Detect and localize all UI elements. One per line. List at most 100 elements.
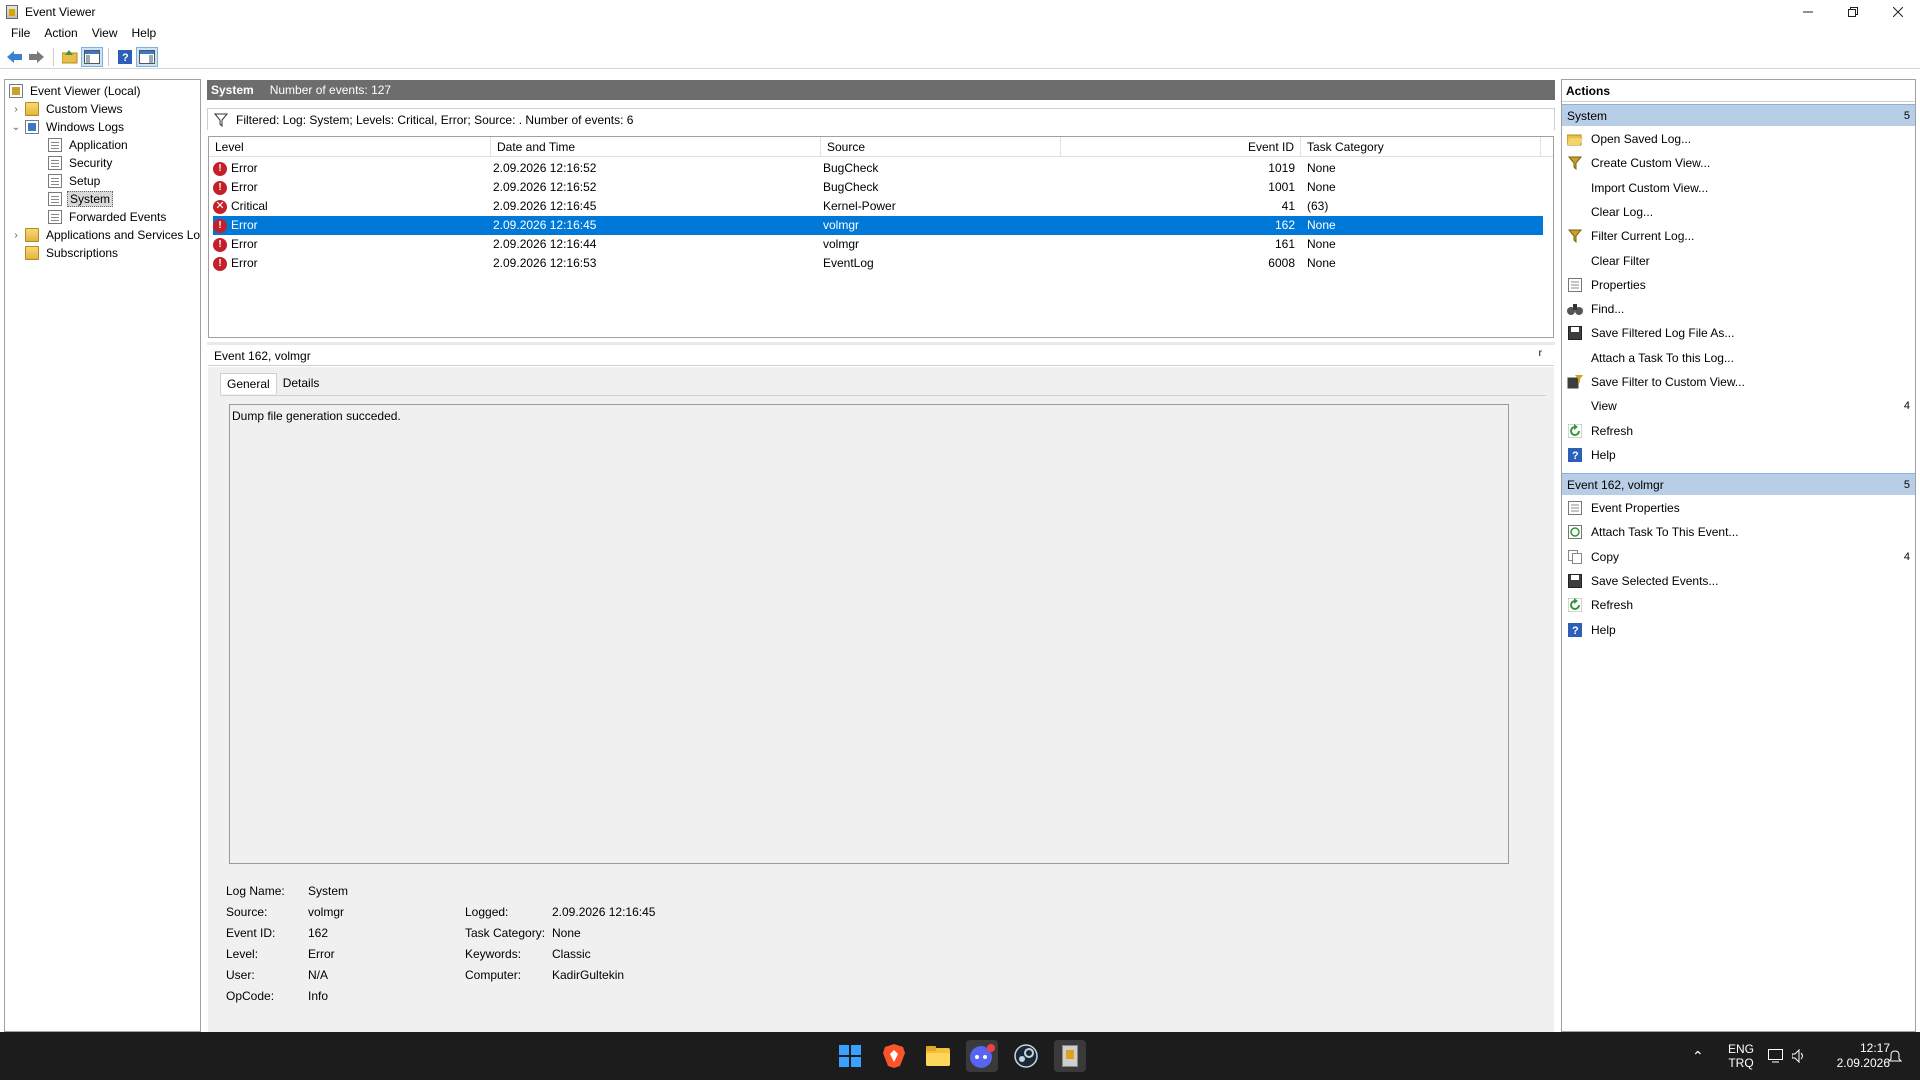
tab-general[interactable]: General: [220, 373, 277, 394]
action-attach-a-task-to-this-log[interactable]: Attach a Task To this Log...: [1562, 346, 1915, 370]
action-open-saved-log[interactable]: Open Saved Log...: [1562, 127, 1915, 151]
brave-browser-icon: [883, 1044, 905, 1068]
column-header-event-id[interactable]: Event ID: [1061, 137, 1301, 157]
notifications-button[interactable]: [1888, 1032, 1902, 1080]
column-header-task-category[interactable]: Task Category: [1301, 137, 1541, 157]
label-event-id: Event ID:: [226, 926, 276, 940]
binoculars-icon: [1567, 301, 1583, 317]
action-view[interactable]: View 4: [1562, 394, 1915, 418]
log-name: System: [211, 83, 254, 97]
action-attach-task-to-this-event[interactable]: Attach Task To This Event...: [1562, 520, 1915, 544]
tree-item-security[interactable]: Security: [48, 154, 114, 172]
blank-icon: [1567, 204, 1583, 220]
collapse-arrow-icon[interactable]: 5: [1904, 110, 1910, 122]
value-log-name: System: [308, 884, 349, 898]
chevron-down-icon[interactable]: ⌄: [11, 122, 21, 133]
action-label: Save Filter to Custom View...: [1591, 375, 1745, 389]
clock-time: 12:17: [1859, 1041, 1890, 1055]
properties-icon: [1567, 500, 1583, 516]
tree-item-root[interactable]: Event Viewer (Local): [9, 82, 143, 100]
help-icon: ?: [118, 49, 132, 64]
actions-pane: Actions System 5 Open Saved Log... Create…: [1561, 79, 1916, 1032]
table-row[interactable]: ! Error 2.09.2026 12:16:45 volmgr 162 None: [213, 216, 1543, 235]
chevron-right-icon[interactable]: ›: [11, 104, 21, 115]
volume-button[interactable]: [1792, 1032, 1806, 1080]
table-row[interactable]: ✕ Critical 2.09.2026 12:16:45 Kernel-Power 4…: [213, 197, 1543, 216]
back-button[interactable]: [4, 47, 26, 67]
start-button[interactable]: [834, 1040, 866, 1072]
taskbar-brave[interactable]: [878, 1040, 910, 1072]
network-button[interactable]: [1768, 1032, 1784, 1080]
event-description[interactable]: Dump file generation succeded.: [229, 404, 1509, 864]
column-header-source[interactable]: Source: [821, 137, 1061, 157]
cell-task-category: None: [1307, 161, 1336, 175]
action-help[interactable]: ? Help: [1562, 443, 1915, 467]
action-clear-filter[interactable]: Clear Filter: [1562, 249, 1915, 273]
table-row[interactable]: ! Error 2.09.2026 12:16:44 volmgr 161 None: [213, 235, 1543, 254]
tree-item-subscriptions[interactable]: Subscriptions: [25, 244, 120, 262]
action-help[interactable]: ? Help: [1562, 618, 1915, 642]
column-header-date-time[interactable]: Date and Time: [491, 137, 821, 157]
up-folder-button[interactable]: [59, 47, 81, 67]
tree-item-windows-logs[interactable]: ⌄ Windows Logs: [11, 118, 126, 136]
menu-file[interactable]: File: [4, 23, 37, 44]
tree-item-system[interactable]: System: [48, 190, 114, 208]
action-refresh[interactable]: Refresh: [1562, 419, 1915, 443]
action-copy[interactable]: Copy 4: [1562, 545, 1915, 569]
section-label: System: [1567, 108, 1608, 123]
show-hide-action-pane-button[interactable]: [136, 46, 158, 67]
actions-section-system[interactable]: System 5: [1562, 104, 1915, 126]
action-save-filter-to-custom-view[interactable]: Save Filter to Custom View...: [1562, 370, 1915, 394]
language-indicator[interactable]: ENG TRQ: [1726, 1032, 1756, 1080]
actions-section-event[interactable]: Event 162, volmgr 5: [1562, 473, 1915, 495]
action-import-custom-view[interactable]: Import Custom View...: [1562, 176, 1915, 200]
action-save-filtered-log-file-as[interactable]: Save Filtered Log File As...: [1562, 321, 1915, 345]
tab-details[interactable]: Details: [277, 373, 326, 394]
taskbar-steam[interactable]: [1010, 1040, 1042, 1072]
taskbar-file-explorer[interactable]: [922, 1040, 954, 1072]
forward-button[interactable]: [26, 47, 48, 67]
tree-item-setup[interactable]: Setup: [48, 172, 102, 190]
action-label: Copy: [1591, 549, 1620, 564]
steam-icon: [1014, 1044, 1038, 1068]
tree-item-custom-views[interactable]: › Custom Views: [11, 100, 124, 118]
menu-help[interactable]: Help: [125, 23, 164, 44]
blank-icon: [1567, 180, 1583, 196]
menu-view[interactable]: View: [85, 23, 125, 44]
general-tab-panel: Dump file generation succeded. Log Name:…: [220, 395, 1546, 1027]
action-label: Help: [1591, 447, 1616, 462]
action-find[interactable]: Find...: [1562, 297, 1915, 321]
show-hide-tree-button[interactable]: [81, 46, 103, 67]
tree-item-applications-and-services[interactable]: › Applications and Services Lo: [11, 226, 200, 244]
action-refresh[interactable]: Refresh: [1562, 593, 1915, 617]
help-button[interactable]: ?: [114, 47, 136, 67]
window-title: Event Viewer: [25, 4, 96, 19]
clock[interactable]: 12:17 2.09.2026: [1820, 1032, 1890, 1080]
action-event-properties[interactable]: Event Properties: [1562, 496, 1915, 520]
filter-icon: [214, 113, 228, 127]
tree-item-forwarded-events[interactable]: Forwarded Events: [48, 208, 168, 226]
action-save-selected-events[interactable]: Save Selected Events...: [1562, 569, 1915, 593]
close-button[interactable]: [1875, 0, 1920, 23]
column-header-level[interactable]: Level: [209, 137, 491, 157]
collapse-arrow-icon[interactable]: 5: [1904, 479, 1910, 491]
menu-action[interactable]: Action: [37, 23, 84, 44]
table-row[interactable]: ! Error 2.09.2026 12:16:52 BugCheck 1001 None: [213, 178, 1543, 197]
restore-button[interactable]: [1830, 0, 1875, 23]
table-row[interactable]: ! Error 2.09.2026 12:16:52 BugCheck 1019 None: [213, 159, 1543, 178]
detail-close-button[interactable]: r: [1539, 348, 1542, 359]
action-properties[interactable]: Properties: [1562, 273, 1915, 297]
action-filter-current-log[interactable]: Filter Current Log...: [1562, 224, 1915, 248]
title-bar: Event Viewer: [0, 0, 1920, 23]
table-row[interactable]: ! Error 2.09.2026 12:16:53 EventLog 6008 None: [213, 254, 1543, 273]
action-create-custom-view[interactable]: Create Custom View...: [1562, 151, 1915, 175]
chevron-up-icon[interactable]: ⌃: [1692, 1048, 1704, 1065]
action-clear-log[interactable]: Clear Log...: [1562, 200, 1915, 224]
tree-item-application[interactable]: Application: [48, 136, 130, 154]
chevron-right-icon[interactable]: ›: [11, 230, 21, 241]
pane-splitter[interactable]: [207, 342, 1555, 345]
label-source: Source:: [226, 905, 268, 919]
taskbar-event-viewer[interactable]: [1054, 1040, 1086, 1072]
minimize-button[interactable]: [1785, 0, 1830, 23]
taskbar-discord[interactable]: [966, 1040, 998, 1072]
